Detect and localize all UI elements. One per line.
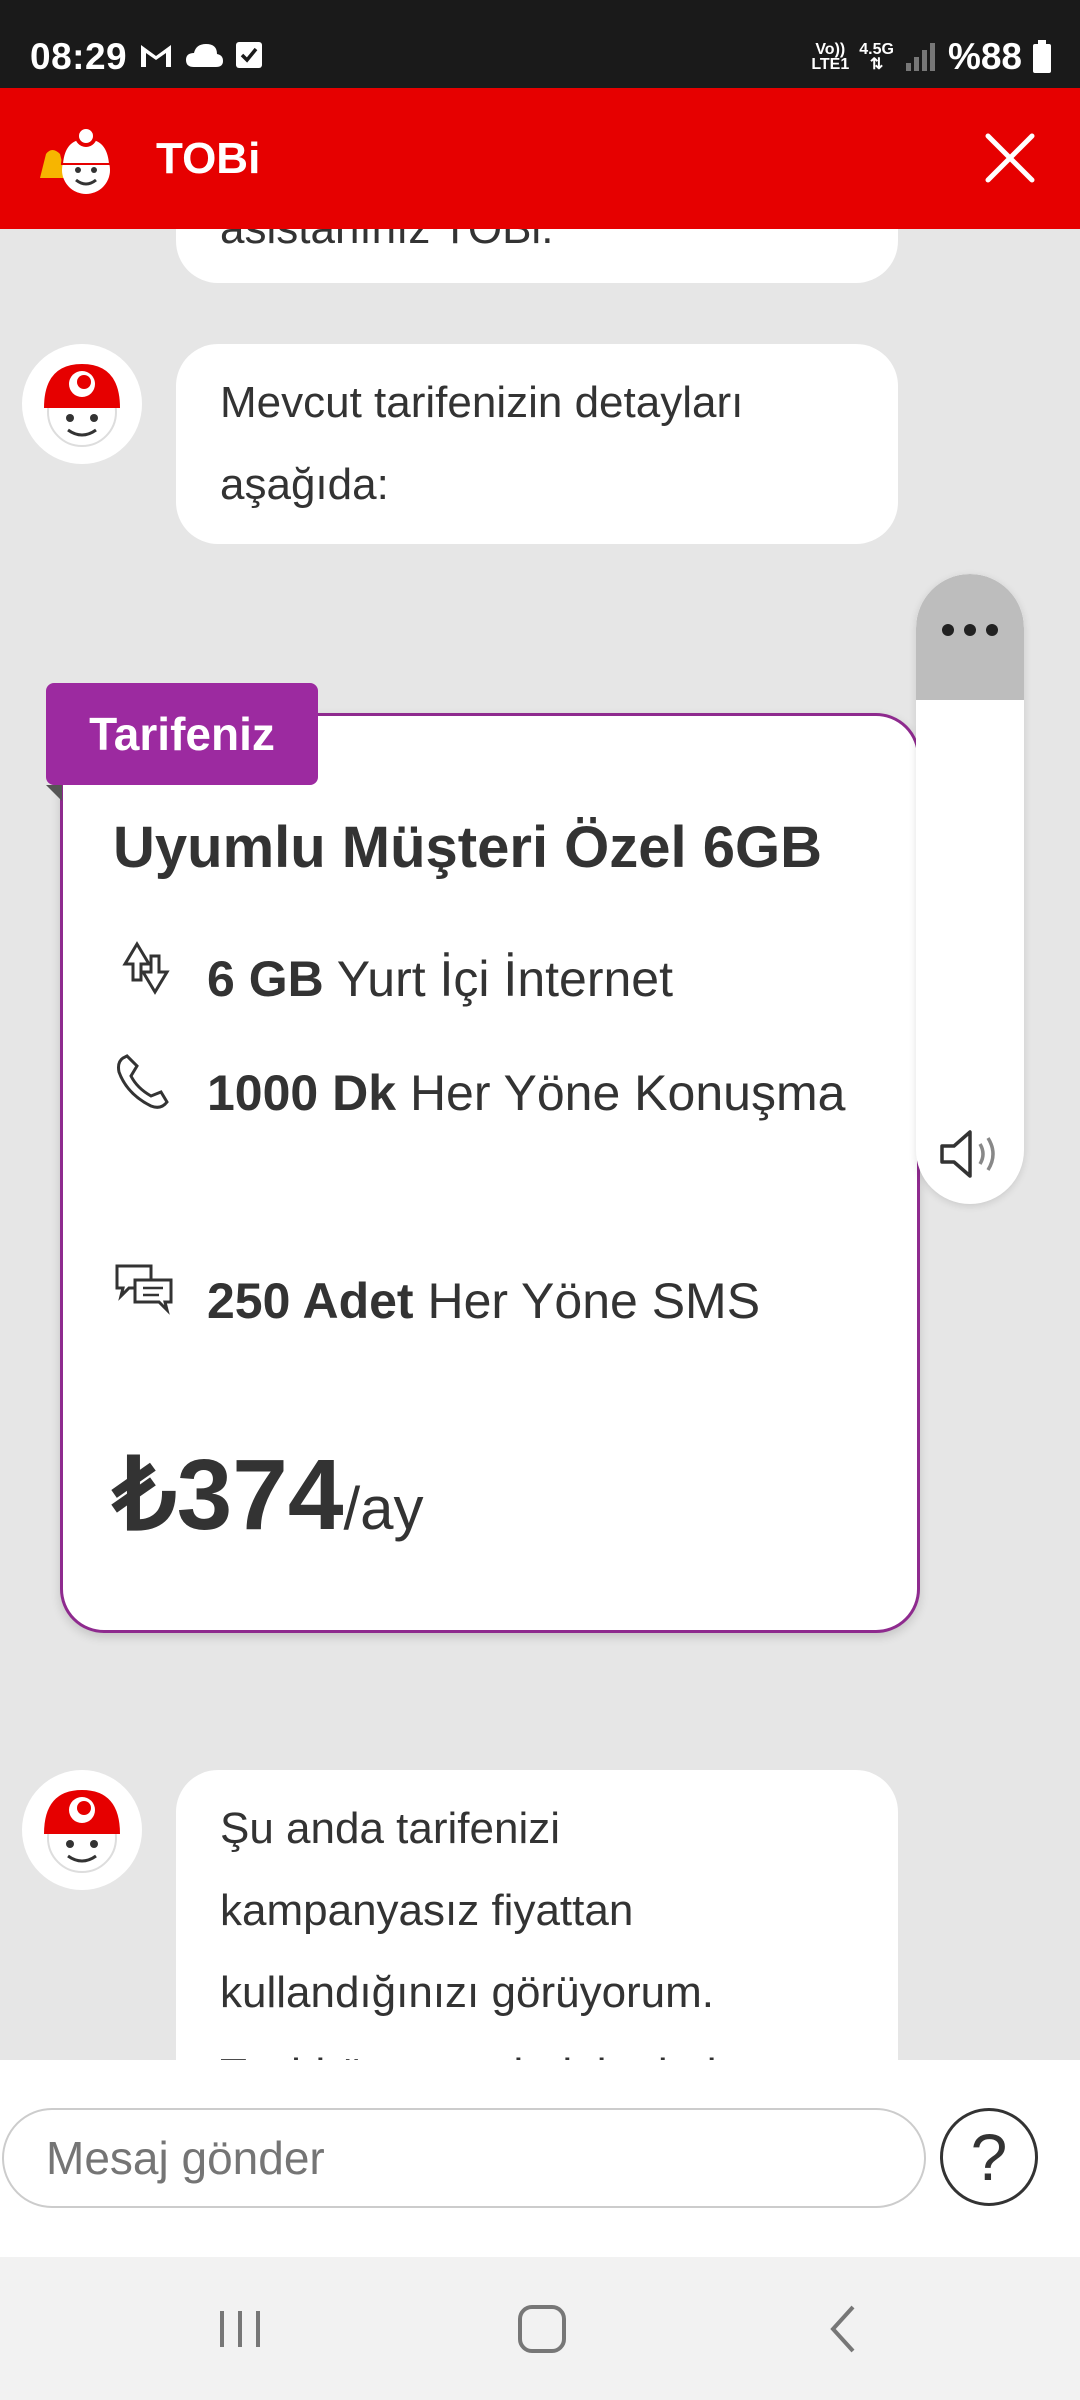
speaker-icon[interactable] bbox=[936, 1124, 1006, 1184]
status-time: 08:29 bbox=[30, 36, 128, 77]
message-text: asistanınız TOBi. bbox=[220, 229, 553, 253]
status-right: Vo)) LTE1 4.5G ⇅ %88 bbox=[811, 36, 1052, 78]
network-type-label: 4.5G bbox=[859, 41, 894, 58]
tariff-card[interactable]: Uyumlu Müşteri Özel 6GB 6 GB Yurt İçi İn… bbox=[60, 713, 920, 1633]
tag-fold bbox=[46, 785, 62, 801]
feature-amount: 1000 Dk bbox=[207, 1065, 397, 1121]
more-icon bbox=[942, 624, 998, 636]
feature-label: Her Yöne SMS bbox=[427, 1273, 761, 1329]
bot-avatar bbox=[22, 1770, 142, 1890]
system-nav-bar bbox=[0, 2257, 1080, 2400]
close-button[interactable] bbox=[980, 128, 1040, 188]
bot-avatar bbox=[22, 344, 142, 464]
message-text: Mevcut tarifenizin detayları aşağıda: bbox=[220, 378, 744, 509]
recent-apps-button[interactable] bbox=[210, 2299, 270, 2359]
tobi-avatar-icon bbox=[44, 364, 120, 447]
feature-amount: 250 Adet bbox=[207, 1273, 414, 1329]
more-options-button[interactable] bbox=[916, 574, 1024, 700]
help-button[interactable]: ? bbox=[940, 2108, 1038, 2206]
signal-icon bbox=[905, 43, 935, 71]
gmail-icon bbox=[141, 45, 171, 67]
price-unit: /ay bbox=[343, 1475, 424, 1542]
phone-icon bbox=[117, 1054, 169, 1109]
tariff-tag: Tarifeniz bbox=[46, 683, 318, 785]
back-button[interactable] bbox=[815, 2299, 875, 2359]
chat-bubble: asistanınız TOBi. bbox=[176, 229, 898, 283]
feature-label: Her Yöne Konuşma bbox=[409, 1065, 846, 1121]
price-amount: ₺374 bbox=[113, 1439, 344, 1551]
sms-icon bbox=[115, 1264, 173, 1315]
tariff-price: ₺374/ay bbox=[113, 1436, 424, 1553]
volte-indicator: Vo)) LTE1 bbox=[811, 41, 850, 73]
chat-title: TOBi bbox=[156, 134, 261, 183]
checkbox-icon bbox=[236, 42, 262, 68]
message-input[interactable] bbox=[2, 2108, 926, 2208]
data-transfer-icon bbox=[122, 941, 170, 995]
feature-amount: 6 GB bbox=[207, 951, 324, 1007]
tariff-title: Uyumlu Müşteri Özel 6GB bbox=[113, 815, 823, 880]
chat-header: TOBi bbox=[0, 88, 1080, 229]
data-arrows-icon: ⇅ bbox=[869, 56, 884, 73]
feature-text: 6 GB Yurt İçi İnternet bbox=[207, 932, 847, 1027]
home-button[interactable] bbox=[512, 2299, 572, 2359]
feature-label: Yurt İçi İnternet bbox=[336, 951, 673, 1007]
chat-bubble: Şu anda tarifenizi kampanyasız fiyattan … bbox=[176, 1770, 898, 2060]
message-text: Şu anda tarifenizi kampanyasız fiyattan … bbox=[220, 1804, 717, 2060]
tobi-logo-icon bbox=[40, 125, 112, 194]
volte-label: Vo)) bbox=[815, 41, 846, 58]
chat-messages[interactable]: asistanınız TOBi. Mevcut tarifenizin det… bbox=[0, 229, 1080, 2060]
lte-label: LTE1 bbox=[811, 56, 850, 73]
cloud-icon bbox=[186, 44, 223, 67]
battery-icon bbox=[1033, 40, 1051, 73]
feature-text: 250 Adet Her Yöne SMS bbox=[207, 1254, 847, 1349]
feature-text: 1000 Dk Her Yöne Konuşma bbox=[207, 1046, 847, 1141]
battery-percent: %88 bbox=[947, 36, 1022, 77]
chat-bubble: Mevcut tarifenizin detayları aşağıda: bbox=[176, 344, 898, 544]
status-bar: 08:29 Vo)) LTE1 4.5G ⇅ %88 bbox=[0, 0, 1080, 88]
side-menu-panel bbox=[916, 574, 1024, 1204]
network-type: 4.5G ⇅ bbox=[859, 41, 894, 73]
notification-icons bbox=[138, 40, 264, 70]
tobi-avatar-icon bbox=[44, 1790, 120, 1873]
message-input-bar: ? bbox=[0, 2060, 1080, 2257]
